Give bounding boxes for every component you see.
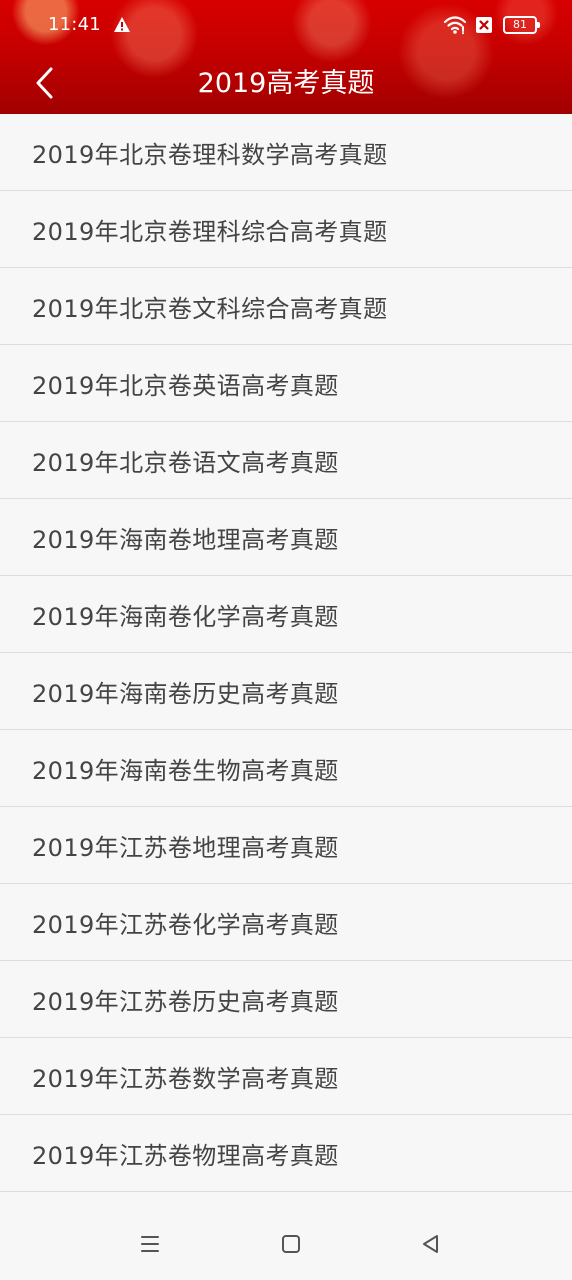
list-item[interactable]: 2019年海南卷生物高考真题 bbox=[0, 730, 572, 807]
list-item-label: 2019年海南卷地理高考真题 bbox=[32, 525, 339, 554]
list-item[interactable]: 2019年江苏卷地理高考真题 bbox=[0, 807, 572, 884]
home-square-icon bbox=[282, 1235, 300, 1253]
battery-indicator: 81 bbox=[503, 16, 540, 34]
list-item-label: 2019年北京卷理科数学高考真题 bbox=[32, 140, 388, 169]
triangle-back-icon bbox=[423, 1235, 438, 1253]
list-item-label: 2019年江苏卷化学高考真题 bbox=[32, 910, 339, 939]
list-item[interactable]: 2019年海南卷历史高考真题 bbox=[0, 653, 572, 730]
list-item-label: 2019年江苏卷物理高考真题 bbox=[32, 1141, 339, 1170]
warning-icon bbox=[114, 17, 130, 32]
list-item-label: 2019年北京卷文科综合高考真题 bbox=[32, 294, 388, 323]
x-box-icon bbox=[476, 17, 492, 33]
screen: 11:41 81 2019高考真题 2019年北京卷理科数学高考真题 2019年… bbox=[0, 0, 572, 1280]
back-navigation-button[interactable] bbox=[411, 1226, 451, 1262]
list-item-label: 2019年北京卷英语高考真题 bbox=[32, 371, 339, 400]
list-item[interactable]: 2019年江苏卷化学高考真题 bbox=[0, 884, 572, 961]
list-item-label: 2019年海南卷历史高考真题 bbox=[32, 679, 339, 708]
top-header: 11:41 81 2019高考真题 bbox=[0, 0, 572, 114]
list-item[interactable]: 2019年江苏卷物理高考真题 bbox=[0, 1115, 572, 1192]
menu-icon bbox=[141, 1236, 159, 1252]
list-item-label: 2019年江苏卷数学高考真题 bbox=[32, 1064, 339, 1093]
status-time: 11:41 bbox=[48, 14, 101, 35]
list-item-label: 2019年江苏卷地理高考真题 bbox=[32, 833, 339, 862]
list-item[interactable]: 2019年海南卷化学高考真题 bbox=[0, 576, 572, 653]
list-item[interactable]: 2019年江苏卷历史高考真题 bbox=[0, 961, 572, 1038]
menu-button[interactable] bbox=[130, 1226, 170, 1262]
list-item-label: 2019年海南卷化学高考真题 bbox=[32, 602, 339, 631]
list-item[interactable]: 2019年北京卷理科综合高考真题 bbox=[0, 191, 572, 268]
list-item-label: 2019年北京卷理科综合高考真题 bbox=[32, 217, 388, 246]
wifi-icon bbox=[443, 16, 467, 35]
list-item-label: 2019年北京卷语文高考真题 bbox=[32, 448, 339, 477]
list-item[interactable]: 2019年北京卷理科数学高考真题 bbox=[0, 114, 572, 191]
page-title: 2019高考真题 bbox=[197, 68, 375, 99]
list-item[interactable]: 2019年海南卷地理高考真题 bbox=[0, 499, 572, 576]
exam-list: 2019年北京卷理科数学高考真题 2019年北京卷理科综合高考真题 2019年北… bbox=[0, 114, 572, 1192]
battery-level: 81 bbox=[513, 18, 527, 31]
list-item[interactable]: 2019年北京卷文科综合高考真题 bbox=[0, 268, 572, 345]
home-button[interactable] bbox=[271, 1226, 311, 1262]
chevron-left-icon bbox=[36, 67, 53, 99]
back-button[interactable] bbox=[18, 58, 70, 108]
list-item[interactable]: 2019年北京卷英语高考真题 bbox=[0, 345, 572, 422]
list-item-label: 2019年江苏卷历史高考真题 bbox=[32, 987, 339, 1016]
status-bar: 11:41 81 bbox=[0, 0, 572, 50]
android-navigation-bar bbox=[0, 1208, 572, 1280]
list-item-label: 2019年海南卷生物高考真题 bbox=[32, 756, 339, 785]
list-item[interactable]: 2019年北京卷语文高考真题 bbox=[0, 422, 572, 499]
list-item[interactable]: 2019年江苏卷数学高考真题 bbox=[0, 1038, 572, 1115]
